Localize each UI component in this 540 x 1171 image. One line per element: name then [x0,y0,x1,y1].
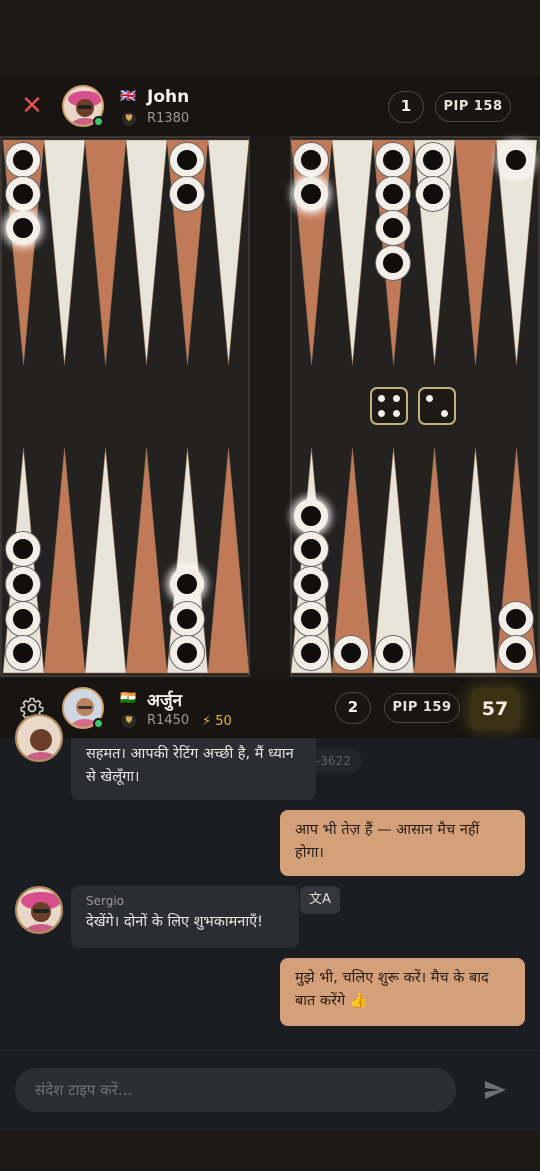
die-pip [378,409,386,417]
chat-message-incoming: सहमत। आपकी रेटिंग अच्छी है, मैं ध्यान से… [71,738,316,800]
checker[interactable] [499,602,533,636]
streak-count: ⚡ 50 [202,714,232,729]
checker[interactable] [376,636,410,670]
chat-message-outgoing: आप भी तेज़ हैं — आसान मैच नहीं होगा। [280,810,525,876]
checker[interactable] [416,143,450,177]
chat-message-text: सहमत। आपकी रेटिंग अच्छी है, मैं ध्यान से… [86,746,294,785]
player-pip: PIP 159 [384,693,460,723]
checker[interactable] [294,636,328,670]
checker[interactable] [376,143,410,177]
checker[interactable] [334,636,368,670]
die-pip [392,409,400,417]
bottom-strip [0,1130,540,1171]
chat-message-text: आप भी तेज़ हैं — आसान मैच नहीं होगा। [295,822,480,861]
player-flag: 🇮🇳 [120,691,137,706]
die-pip [440,409,448,417]
checker[interactable] [6,532,40,566]
chat-avatar [15,886,63,934]
translate-icon[interactable]: 文A [300,886,340,914]
board-bar[interactable] [250,136,290,677]
checker[interactable] [170,636,204,670]
checker[interactable] [170,567,204,601]
player-name: अर्जुन [147,691,183,711]
turn-timer: 57 [470,688,520,730]
shield-icon: ⛊ [122,714,136,728]
checker[interactable] [499,636,533,670]
opponent-flag: 🇬🇧 [120,89,137,104]
board-left-half [0,136,250,677]
opponent-score: 1 [388,91,424,123]
checker[interactable] [6,211,40,245]
checker[interactable] [294,177,328,211]
online-indicator [93,116,104,127]
player-rating: R1450 [147,713,190,728]
checker[interactable] [6,567,40,601]
board-right-half [290,136,540,677]
shield-icon: ⛊ [122,112,136,126]
checker[interactable] [294,532,328,566]
opponent-pip: PIP 158 [435,92,511,122]
die-pip [392,395,400,403]
online-indicator [93,718,104,729]
chat-message-text: मुझे भी, चलिए शुरू करें। मैच के बाद बात … [295,970,489,1009]
checker[interactable] [376,211,410,245]
checker[interactable] [6,177,40,211]
opponent-name: John [147,87,190,107]
checker[interactable] [294,143,328,177]
chat-message-incoming: Sergio देखेंगे। दोनों के लिए शुभकामनाएँ! [71,886,299,948]
die-pip [378,395,386,403]
checker[interactable] [6,636,40,670]
chat-message-text: देखेंगे। दोनों के लिए शुभकामनाएँ! [86,914,263,930]
checker[interactable] [6,602,40,636]
checker[interactable] [294,567,328,601]
close-icon[interactable]: ✕ [18,93,46,119]
checker[interactable] [499,143,533,177]
send-icon[interactable] [482,1078,508,1102]
checker[interactable] [170,177,204,211]
checker[interactable] [416,177,450,211]
opponent-rating: R1380 [147,111,190,126]
chat-sender-name: Sergio [86,894,125,908]
die[interactable] [370,387,408,425]
die-pip [426,395,434,403]
message-input[interactable] [15,1068,456,1112]
checker[interactable] [294,499,328,533]
chat-message-outgoing: मुझे भी, चलिए शुरू करें। मैच के बाद बात … [280,958,525,1026]
checker[interactable] [294,602,328,636]
die[interactable] [418,387,456,425]
checker[interactable] [170,602,204,636]
checker[interactable] [170,143,204,177]
checker[interactable] [376,177,410,211]
chat-avatar [15,714,63,762]
checker[interactable] [6,143,40,177]
player-score: 2 [335,692,371,724]
checker[interactable] [376,246,410,280]
